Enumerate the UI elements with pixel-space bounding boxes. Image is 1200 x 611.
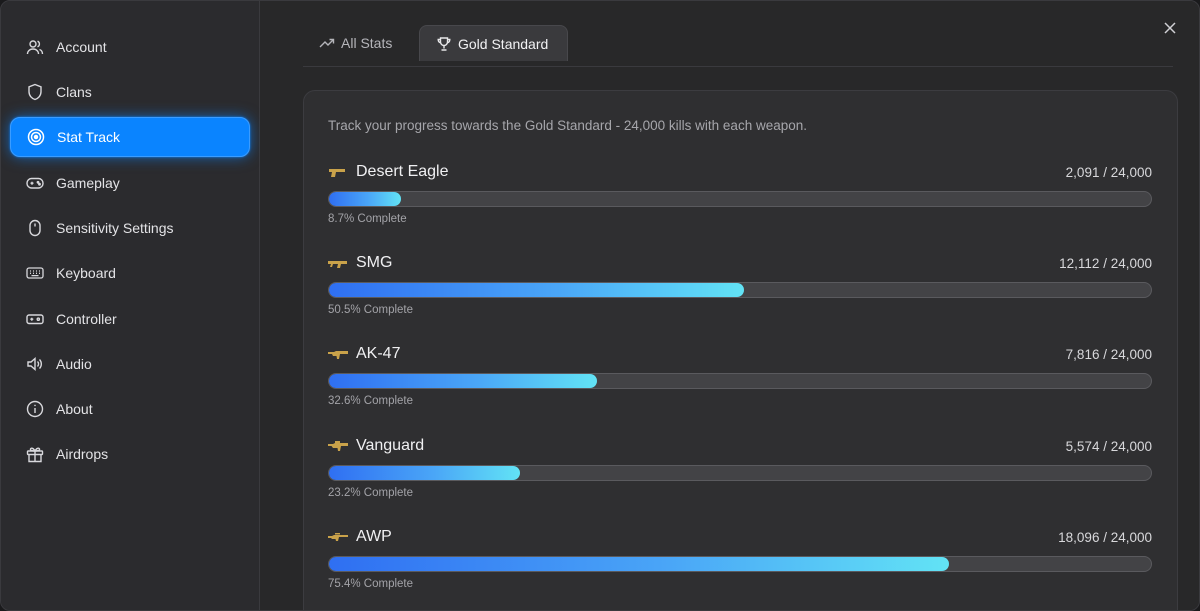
pistol-icon (329, 169, 345, 177)
speaker-icon (26, 355, 44, 373)
sidebar-item-controller[interactable]: Controller (10, 299, 250, 339)
close-button[interactable] (1161, 19, 1179, 37)
main-content: All Stats Gold Standard Track your progr… (260, 1, 1199, 610)
sidebar-item-gameplay[interactable]: Gameplay (10, 163, 250, 203)
gift-icon (26, 445, 44, 463)
kill-count: 7,816 / 24,000 (1065, 347, 1152, 362)
tab-label: All Stats (341, 35, 393, 51)
percent-complete: 8.7% Complete (328, 213, 407, 225)
percent-complete: 75.4% Complete (328, 578, 414, 590)
tab-label: Gold Standard (458, 35, 549, 52)
weapon-row-awp: AWP 18,096 / 24,000 75.4% Complete (328, 528, 1152, 608)
progress-bar (328, 373, 1152, 389)
sidebar-item-label: About (56, 401, 93, 417)
kill-count: 2,091 / 24,000 (1065, 165, 1152, 180)
weapon-name: Desert Eagle (356, 163, 449, 180)
sidebar-item-sensitivity-settings[interactable]: Sensitivity Settings (10, 208, 250, 248)
settings-window: Account Clans Stat Track Gameplay Sensit… (0, 0, 1200, 611)
target-icon (27, 128, 45, 146)
sniper-icon (328, 533, 348, 541)
sidebar-item-label: Stat Track (57, 129, 121, 145)
weapon-row-desert-eagle: Desert Eagle 2,091 / 24,000 8.7% Complet… (328, 163, 1152, 243)
progress-fill (329, 466, 520, 480)
smg-icon (328, 261, 347, 268)
weapon-row-ak-47: AK-47 7,816 / 24,000 32.6% Complete (328, 345, 1152, 425)
weapon-name: AWP (356, 528, 392, 545)
progress-bar (328, 465, 1152, 481)
sidebar-item-label: Controller (56, 311, 117, 327)
sidebar-item-label: Gameplay (56, 175, 120, 191)
rifle-icon (328, 351, 348, 359)
tab-gold-standard[interactable]: Gold Standard (419, 25, 568, 61)
gamepad-icon (26, 174, 44, 192)
percent-complete: 32.6% Complete (328, 395, 414, 407)
rifle-icon (328, 441, 348, 451)
sidebar-item-stat-track[interactable]: Stat Track (10, 117, 250, 157)
sidebar-item-about[interactable]: About (10, 389, 250, 429)
progress-bar (328, 556, 1152, 572)
sidebar-item-audio[interactable]: Audio (10, 344, 250, 384)
weapon-name: AK-47 (356, 345, 401, 362)
user-icon (26, 38, 44, 56)
sidebar: Account Clans Stat Track Gameplay Sensit… (1, 1, 260, 610)
progress-fill (329, 374, 597, 388)
trophy-icon (436, 36, 452, 52)
controller-icon (26, 310, 44, 328)
mouse-icon (26, 219, 44, 237)
sidebar-item-label: Airdrops (56, 446, 109, 462)
weapon-name: Vanguard (356, 437, 425, 454)
sidebar-item-label: Keyboard (56, 265, 116, 281)
weapon-name: SMG (356, 254, 393, 271)
progress-fill (329, 557, 949, 571)
sidebar-item-label: Clans (56, 84, 92, 100)
tab-bar: All Stats Gold Standard (303, 25, 1173, 67)
weapon-row-smg: SMG 12,112 / 24,000 50.5% Complete (328, 254, 1152, 334)
close-icon (1164, 22, 1176, 34)
shield-icon (26, 83, 44, 101)
gold-standard-intro: Track your progress towards the Gold Sta… (328, 118, 807, 133)
sidebar-item-account[interactable]: Account (10, 27, 250, 67)
kill-count: 12,112 / 24,000 (1059, 256, 1152, 271)
sidebar-item-label: Sensitivity Settings (56, 220, 174, 236)
progress-fill (329, 192, 401, 206)
trend-up-icon (319, 35, 335, 51)
percent-complete: 50.5% Complete (328, 304, 414, 316)
percent-complete: 23.2% Complete (328, 487, 414, 499)
sidebar-item-airdrops[interactable]: Airdrops (10, 434, 250, 474)
progress-bar (328, 191, 1152, 207)
kill-count: 18,096 / 24,000 (1058, 530, 1152, 545)
progress-fill (329, 283, 745, 297)
weapon-row-vanguard: Vanguard 5,574 / 24,000 23.2% Complete (328, 437, 1152, 517)
sidebar-item-label: Account (56, 39, 107, 55)
sidebar-item-clans[interactable]: Clans (10, 72, 250, 112)
tab-all-stats[interactable]: All Stats (303, 25, 413, 61)
sidebar-item-label: Audio (56, 356, 92, 372)
info-icon (26, 400, 44, 418)
sidebar-item-keyboard[interactable]: Keyboard (10, 253, 250, 293)
progress-bar (328, 282, 1152, 298)
keyboard-icon (26, 264, 44, 282)
kill-count: 5,574 / 24,000 (1065, 439, 1152, 454)
gold-standard-panel: Track your progress towards the Gold Sta… (303, 90, 1178, 610)
